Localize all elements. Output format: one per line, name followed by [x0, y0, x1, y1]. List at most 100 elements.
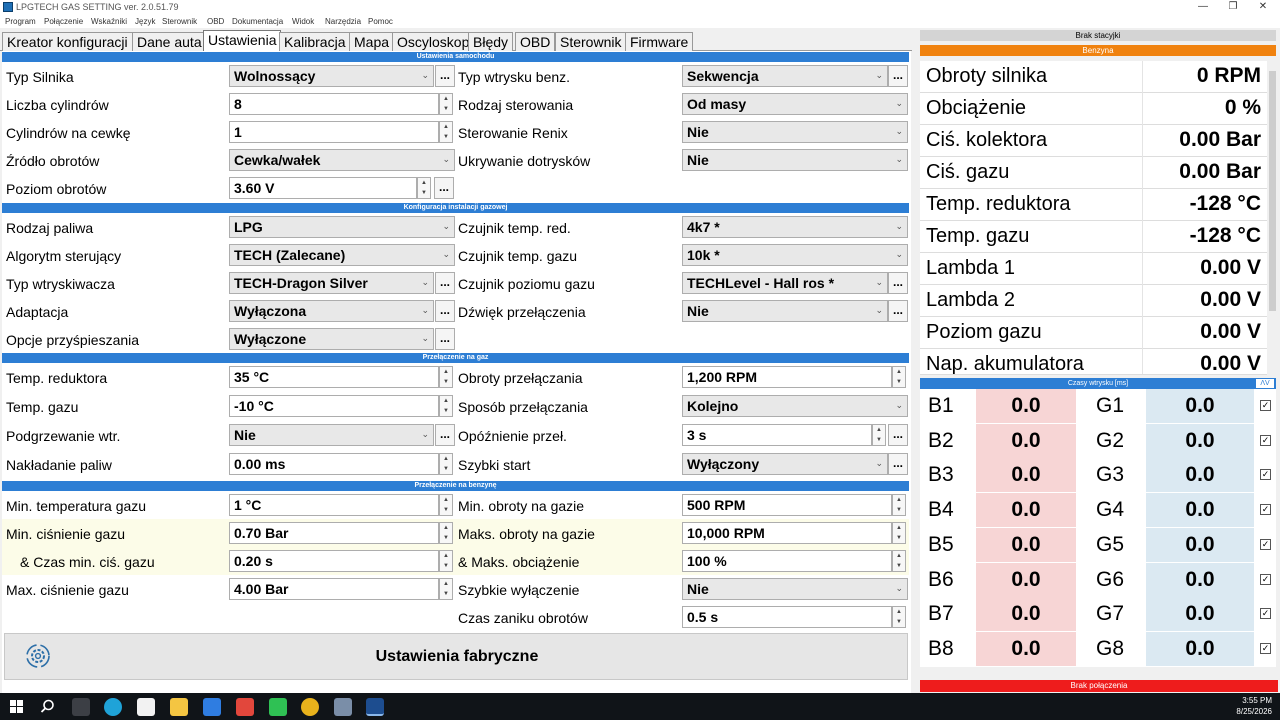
stepper-down-icon[interactable]: ▼	[418, 188, 430, 198]
stepper-up-icon[interactable]: ▲	[440, 551, 452, 561]
switch-rpm-stepper[interactable]: ▲ ▼	[892, 366, 906, 388]
reducer-temp-sensor-select[interactable]: 4k7 * ⌄	[682, 216, 908, 238]
stepper-up-icon[interactable]: ▲	[440, 523, 452, 533]
tab-controller[interactable]: Sterownik	[555, 32, 627, 51]
factory-settings-button[interactable]: Ustawienia fabryczne	[4, 633, 908, 680]
adaptation-select[interactable]: Wyłączona ⌄	[229, 300, 434, 322]
checkbox-checked-icon[interactable]: ✓	[1260, 538, 1271, 550]
file-explorer-icon[interactable]	[170, 698, 188, 716]
switch-delay-more-button[interactable]: ...	[888, 424, 908, 446]
engine-type-select[interactable]: Wolnossący ⌄	[229, 65, 434, 87]
stepper-up-icon[interactable]: ▲	[440, 579, 452, 589]
accel-options-more-button[interactable]: ...	[435, 328, 455, 350]
stepper-up-icon[interactable]: ▲	[440, 454, 452, 464]
min-pressure-time-stepper[interactable]: ▲ ▼	[439, 550, 453, 572]
menu-view[interactable]: Widok	[292, 17, 314, 26]
cylinders-input[interactable]: 8	[229, 93, 439, 115]
checkbox-checked-icon[interactable]: ✓	[1260, 434, 1271, 446]
checkbox-checked-icon[interactable]: ✓	[1260, 504, 1271, 516]
stepper-up-icon[interactable]: ▲	[440, 94, 452, 104]
search-icon[interactable]	[40, 699, 55, 714]
stepper-down-icon[interactable]: ▼	[873, 435, 885, 445]
switch-sound-more-button[interactable]: ...	[888, 300, 908, 322]
menu-documentation[interactable]: Dokumentacja	[232, 17, 283, 26]
maximize-icon[interactable]: ❐	[1216, 0, 1250, 15]
gas-temp-sensor-select[interactable]: 10k * ⌄	[682, 244, 908, 266]
quick-start-more-button[interactable]: ...	[888, 453, 908, 475]
tab-settings[interactable]: Ustawienia	[203, 30, 282, 52]
checkbox-checked-icon[interactable]: ✓	[1260, 469, 1271, 481]
mail-icon[interactable]	[203, 698, 221, 716]
lpg-app-icon[interactable]	[334, 698, 352, 716]
stepper-down-icon[interactable]: ▼	[440, 533, 452, 543]
engine-type-more-button[interactable]: ...	[435, 65, 455, 87]
tab-errors[interactable]: Błędy	[468, 32, 514, 51]
stepper-up-icon[interactable]: ▲	[418, 178, 430, 188]
lpgtech-app-icon[interactable]	[366, 698, 384, 716]
max-gas-pressure-input[interactable]: 4.00 Bar	[229, 578, 439, 600]
adaptation-more-button[interactable]: ...	[435, 300, 455, 322]
rpm-source-select[interactable]: Cewka/wałek ⌄	[229, 149, 455, 171]
store-icon[interactable]	[137, 698, 155, 716]
menu-tools[interactable]: Narzędzia	[325, 17, 361, 26]
min-rpm-gas-input[interactable]: 500 RPM	[682, 494, 892, 516]
stepper-down-icon[interactable]: ▼	[893, 617, 905, 627]
stepper-down-icon[interactable]: ▼	[440, 561, 452, 571]
inj-heating-more-button[interactable]: ...	[435, 424, 455, 446]
menu-connection[interactable]: Połączenie	[44, 17, 83, 26]
stepper-up-icon[interactable]: ▲	[893, 523, 905, 533]
max-load-input[interactable]: 100 %	[682, 550, 892, 572]
rpm-level-stepper[interactable]: ▲ ▼	[417, 177, 431, 199]
rpm-level-more-button[interactable]: ...	[434, 177, 454, 199]
stepper-up-icon[interactable]: ▲	[440, 367, 452, 377]
algorithm-select[interactable]: TECH (Zalecane) ⌄	[229, 244, 455, 266]
accel-options-select[interactable]: Wyłączone ⌄	[229, 328, 434, 350]
stepper-down-icon[interactable]: ▼	[440, 589, 452, 599]
menu-language[interactable]: Język	[135, 17, 155, 26]
cyl-per-coil-input[interactable]: 1	[229, 121, 439, 143]
switch-delay-input[interactable]: 3 s	[682, 424, 872, 446]
hide-extra-select[interactable]: Nie ⌄	[682, 149, 908, 171]
max-rpm-gas-stepper[interactable]: ▲ ▼	[892, 522, 906, 544]
sort-arrows-icon[interactable]: ΛV	[1256, 379, 1274, 388]
checkbox-checked-icon[interactable]: ✓	[1260, 608, 1271, 620]
rpm-level-input[interactable]: 3.60 V	[229, 177, 417, 199]
tab-config-wizard[interactable]: Kreator konfiguracji	[2, 32, 133, 51]
quick-start-select[interactable]: Wyłączony ⌄	[682, 453, 888, 475]
injector-type-select[interactable]: TECH-Dragon Silver ⌄	[229, 272, 434, 294]
tab-firmware[interactable]: Firmware	[625, 32, 694, 51]
rpm-decay-stepper[interactable]: ▲ ▼	[892, 606, 906, 628]
tab-obd[interactable]: OBD	[515, 32, 556, 51]
fuel-overlap-input[interactable]: 0.00 ms	[229, 453, 439, 475]
stepper-up-icon[interactable]: ▲	[440, 122, 452, 132]
stepper-up-icon[interactable]: ▲	[893, 367, 905, 377]
stepper-up-icon[interactable]: ▲	[873, 425, 885, 435]
menu-help[interactable]: Pomoc	[368, 17, 393, 26]
line-messenger-icon[interactable]	[269, 698, 287, 716]
switch-delay-stepper[interactable]: ▲ ▼	[872, 424, 886, 446]
switch-sound-select[interactable]: Nie ⌄	[682, 300, 888, 322]
min-gas-temp-stepper[interactable]: ▲ ▼	[439, 494, 453, 516]
quick-off-select[interactable]: Nie ⌄	[682, 578, 908, 600]
tab-calibration[interactable]: Kalibracja	[279, 32, 351, 51]
min-gas-pressure-input[interactable]: 0.70 Bar	[229, 522, 439, 544]
chrome-icon[interactable]	[301, 698, 319, 716]
menu-controller[interactable]: Sterownik	[162, 17, 197, 26]
rpm-decay-input[interactable]: 0.5 s	[682, 606, 892, 628]
cyl-per-coil-stepper[interactable]: ▲ ▼	[439, 121, 453, 143]
stepper-up-icon[interactable]: ▲	[440, 495, 452, 505]
petrol-inj-more-button[interactable]: ...	[888, 65, 908, 87]
edge-browser-icon[interactable]	[104, 698, 122, 716]
fuel-type-select[interactable]: LPG ⌄	[229, 216, 455, 238]
stepper-up-icon[interactable]: ▲	[893, 495, 905, 505]
stepper-down-icon[interactable]: ▼	[440, 104, 452, 114]
stepper-up-icon[interactable]: ▲	[893, 551, 905, 561]
control-type-select[interactable]: Od masy ⌄	[682, 93, 908, 115]
stepper-down-icon[interactable]: ▼	[893, 533, 905, 543]
switch-rpm-input[interactable]: 1,200 RPM	[682, 366, 892, 388]
min-rpm-gas-stepper[interactable]: ▲ ▼	[892, 494, 906, 516]
scrollbar-thumb[interactable]	[1269, 71, 1276, 311]
stepper-down-icon[interactable]: ▼	[440, 464, 452, 474]
gas-temp-input[interactable]: -10 °C	[229, 395, 439, 417]
checkbox-checked-icon[interactable]: ✓	[1260, 642, 1271, 654]
